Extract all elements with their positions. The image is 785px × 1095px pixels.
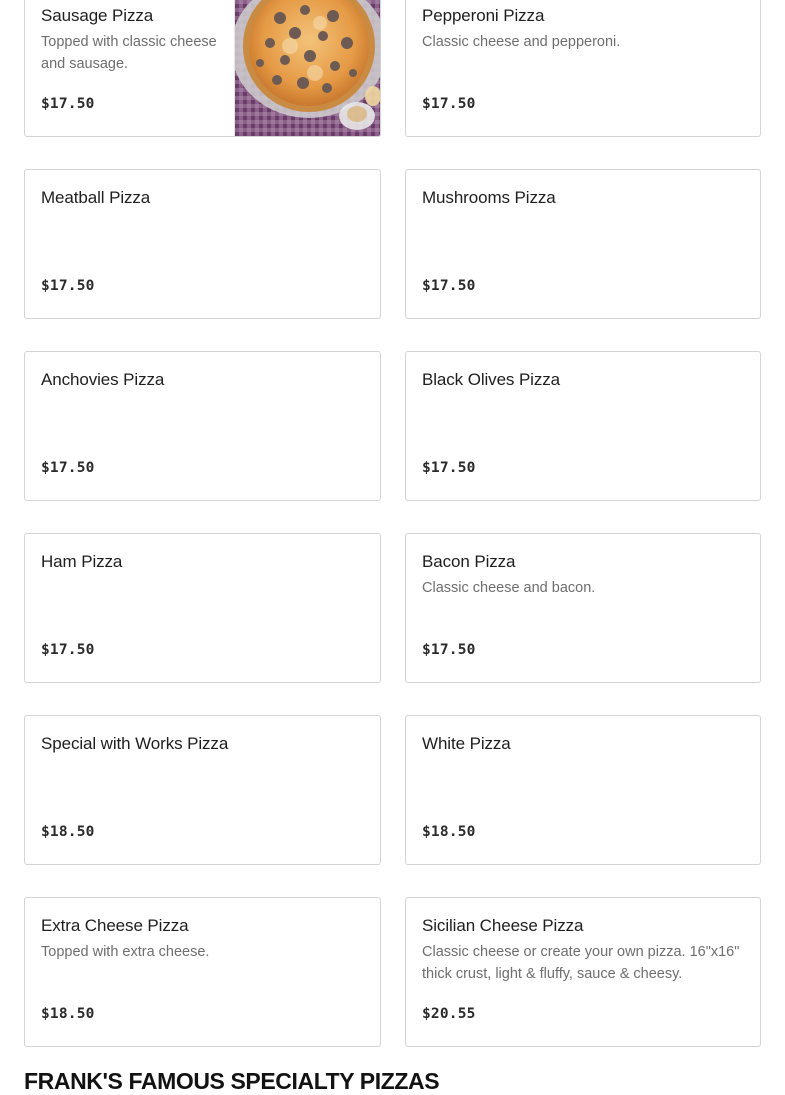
menu-item-name: Ham Pizza (41, 552, 123, 571)
pizza-photo (234, 0, 380, 136)
menu-item-name: Meatball Pizza (41, 188, 151, 207)
menu-item-card[interactable]: Mushrooms Pizza $17.50 (405, 169, 761, 319)
menu-item-price: $17.50 (422, 96, 476, 112)
menu-item-name: Bacon Pizza (422, 552, 516, 571)
menu-item-card[interactable]: Bacon Pizza Classic cheese and bacon. $1… (405, 533, 761, 683)
menu-item-card[interactable]: White Pizza $18.50 (405, 715, 761, 865)
menu-item-text: Extra Cheese Pizza Topped with extra che… (41, 915, 364, 963)
menu-item-text: Black Olives Pizza (422, 369, 744, 391)
menu-item-text: Pepperoni Pizza Classic cheese and peppe… (422, 5, 744, 53)
menu-item-card[interactable]: Extra Cheese Pizza Topped with extra che… (24, 897, 381, 1047)
menu-item-name: Extra Cheese Pizza (41, 916, 189, 935)
menu-item-text: Bacon Pizza Classic cheese and bacon. (422, 551, 744, 599)
menu-item-card[interactable]: Special with Works Pizza $18.50 (24, 715, 381, 865)
menu-item-price: $17.50 (422, 642, 476, 658)
section-heading: FRANK'S FAMOUS SPECIALTY PIZZAS (24, 1068, 440, 1094)
menu-item-text: White Pizza (422, 733, 744, 755)
menu-item-text: Sicilian Cheese Pizza Classic cheese or … (422, 915, 744, 985)
menu-item-name: Mushrooms Pizza (422, 188, 556, 207)
menu-item-name: Sausage Pizza (41, 6, 154, 25)
menu-item-description: Topped with classic cheese and sausage. (41, 34, 217, 72)
menu-item-price: $18.50 (41, 1006, 95, 1022)
menu-item-price: $18.50 (41, 824, 95, 840)
menu-item-card[interactable]: Sicilian Cheese Pizza Classic cheese or … (405, 897, 761, 1047)
menu-item-description: Classic cheese and pepperoni. (422, 34, 621, 50)
menu-item-price: $17.50 (422, 278, 476, 294)
menu-item-name: Black Olives Pizza (422, 370, 561, 389)
menu-item-text: Special with Works Pizza (41, 733, 364, 755)
menu-item-card[interactable]: Ham Pizza $17.50 (24, 533, 381, 683)
menu-item-text: Mushrooms Pizza (422, 187, 744, 209)
menu-item-price: $18.50 (422, 824, 476, 840)
menu-item-name: Pepperoni Pizza (422, 6, 545, 25)
menu-item-description: Classic cheese or create your own pizza.… (422, 944, 740, 982)
menu-item-card[interactable]: Sausage Pizza Topped with classic cheese… (24, 0, 381, 137)
menu-item-description: Topped with extra cheese. (41, 944, 210, 960)
menu-item-card[interactable]: Pepperoni Pizza Classic cheese and peppe… (405, 0, 761, 137)
menu-item-card[interactable]: Meatball Pizza $17.50 (24, 169, 381, 319)
menu-item-text: Anchovies Pizza (41, 369, 364, 391)
menu-item-text: Ham Pizza (41, 551, 364, 573)
menu-item-name: Anchovies Pizza (41, 370, 165, 389)
menu-item-card[interactable]: Anchovies Pizza $17.50 (24, 351, 381, 501)
menu-item-name: Special with Works Pizza (41, 734, 229, 753)
menu-item-description: Classic cheese and bacon. (422, 580, 596, 596)
menu-item-name: White Pizza (422, 734, 511, 753)
menu-item-text: Sausage Pizza Topped with classic cheese… (41, 5, 220, 75)
menu-item-name: Sicilian Cheese Pizza (422, 916, 584, 935)
menu-items-grid: Sausage Pizza Topped with classic cheese… (24, 0, 761, 1047)
menu-item-price: $17.50 (41, 460, 95, 476)
menu-item-price: $17.50 (41, 96, 95, 112)
sausage-pizza-image (235, 0, 380, 136)
menu-item-price: $17.50 (41, 278, 95, 294)
menu-item-price: $17.50 (422, 460, 476, 476)
menu-item-price: $17.50 (41, 642, 95, 658)
menu-item-text: Meatball Pizza (41, 187, 364, 209)
menu-item-price: $20.55 (422, 1006, 476, 1022)
menu-item-card[interactable]: Black Olives Pizza $17.50 (405, 351, 761, 501)
